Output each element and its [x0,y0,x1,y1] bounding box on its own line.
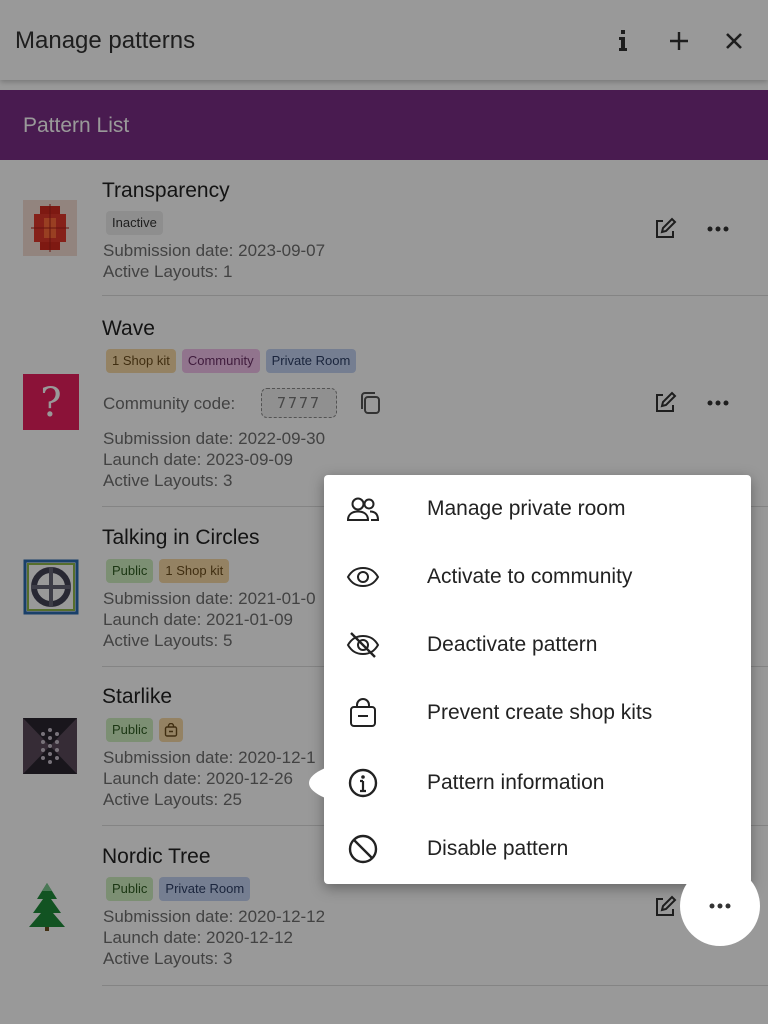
menu-item-disable-pattern[interactable]: Disable pattern [324,815,751,883]
info-circle-icon [346,767,380,799]
menu-item-label: Prevent create shop kits [427,701,653,724]
menu-item-activate-to-community[interactable]: Activate to community [324,543,751,611]
menu-item-label: Deactivate pattern [427,633,598,656]
menu-item-label: Pattern information [427,771,605,794]
people-icon [346,493,380,525]
menu-item-prevent-create-shop-kits[interactable]: Prevent create shop kits [324,679,751,747]
eye-off-icon [346,629,380,661]
menu-item-label: Manage private room [427,497,626,520]
menu-item-label: Activate to community [427,565,633,588]
more-options-button-active[interactable] [680,866,760,946]
context-menu: Manage private room Activate to communit… [324,475,751,884]
menu-item-pattern-information[interactable]: Pattern information [324,749,751,817]
block-icon [346,833,380,865]
menu-item-deactivate-pattern[interactable]: Deactivate pattern [324,611,751,679]
shop-bag-icon [346,697,380,729]
more-options-icon [709,903,731,909]
menu-item-manage-private-room[interactable]: Manage private room [324,475,751,543]
menu-item-label: Disable pattern [427,837,569,860]
eye-icon [346,561,380,593]
